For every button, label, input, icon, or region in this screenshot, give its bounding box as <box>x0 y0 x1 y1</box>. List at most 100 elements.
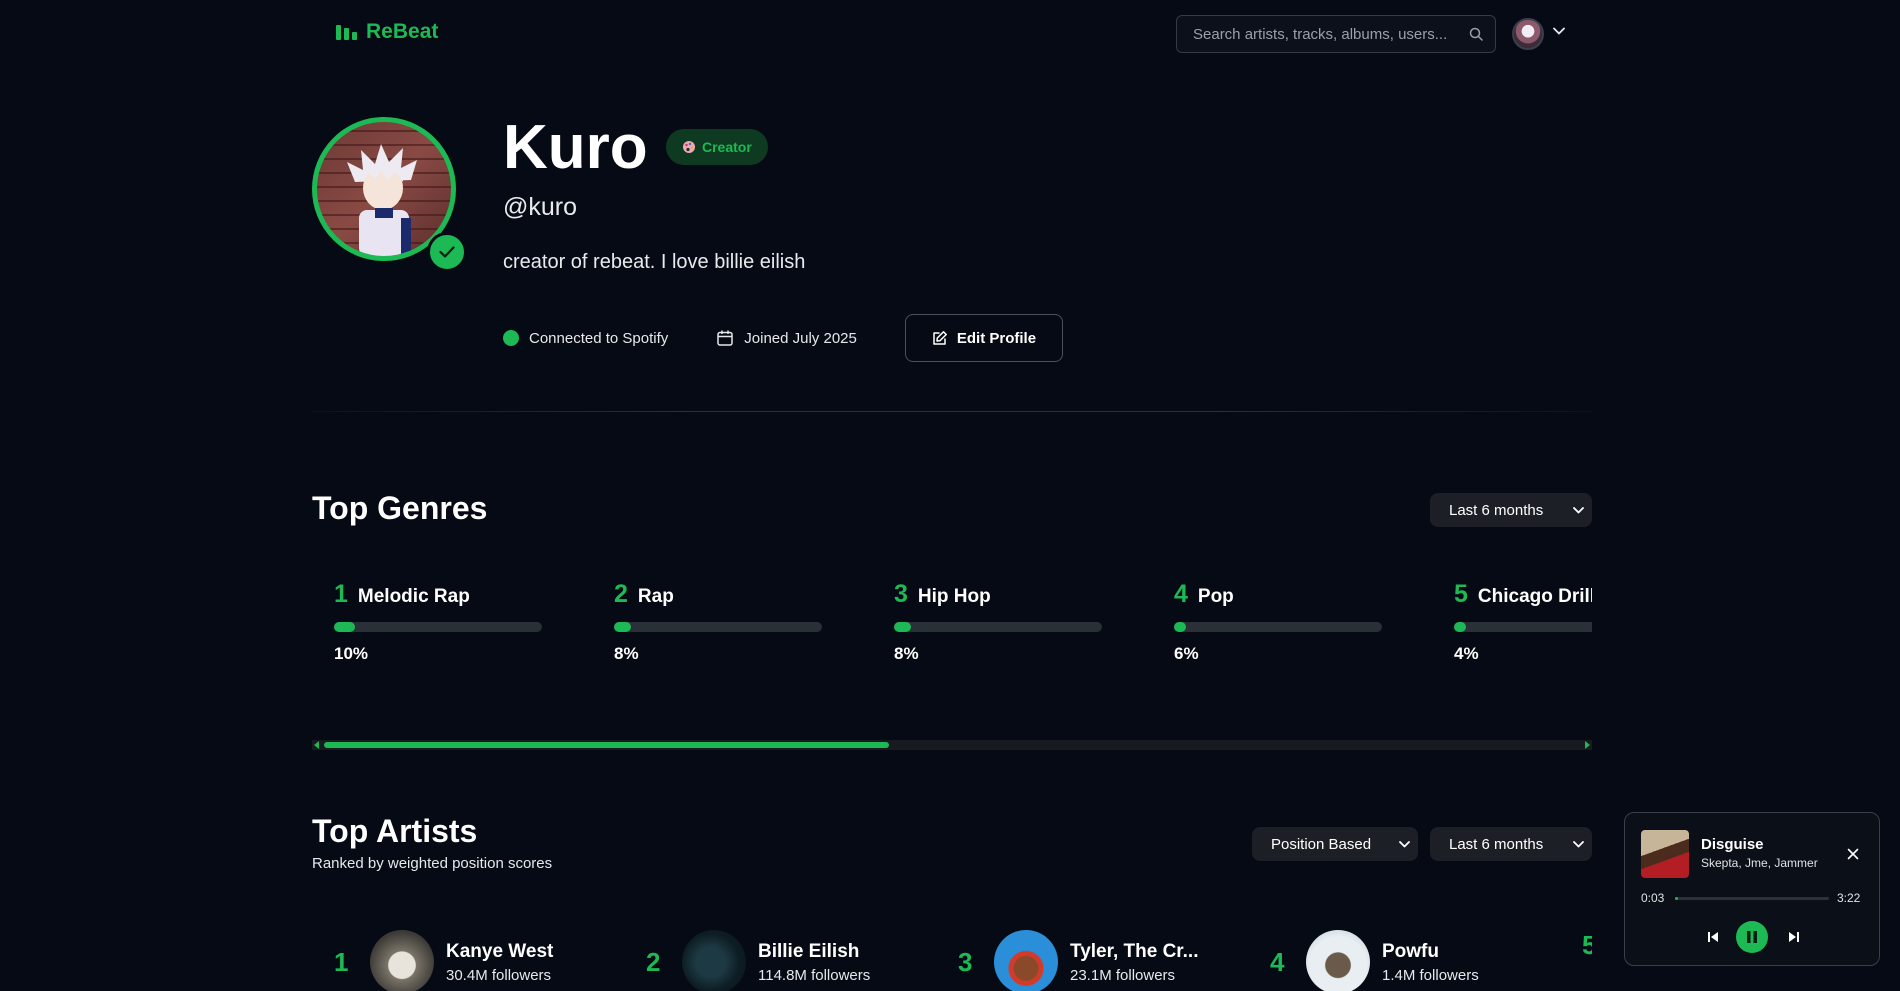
chevron-down-icon <box>1573 840 1584 847</box>
artist-image <box>994 930 1058 991</box>
chevron-down-icon <box>1399 840 1410 847</box>
checkmark-icon <box>439 246 455 258</box>
artist-followers: 114.8M followers <box>758 966 871 984</box>
genre-card[interactable]: 1 Melodic Rap 10% <box>334 580 544 664</box>
ranking-mode-value: Position Based <box>1271 835 1372 853</box>
genre-card[interactable]: 4 Pop 6% <box>1174 580 1384 664</box>
profile-meta-row: Connected to Spotify Joined July 2025 Ed… <box>503 314 1064 362</box>
joined-date-label: Joined July 2025 <box>744 329 857 347</box>
top-artists-subtitle: Ranked by weighted position scores <box>312 855 553 872</box>
genre-name: Hip Hop <box>917 586 991 607</box>
ranking-mode-select[interactable]: Position Based <box>1252 827 1418 861</box>
edit-icon <box>933 331 947 345</box>
genre-name: Chicago Drill <box>1477 586 1592 607</box>
user-avatar-menu[interactable] <box>1512 18 1544 50</box>
genre-progress-fill <box>334 622 355 632</box>
search-box[interactable] <box>1176 15 1496 53</box>
previous-track-button[interactable] <box>1705 921 1721 953</box>
genre-rank: 3 <box>894 580 908 608</box>
genre-name: Melodic Rap <box>357 586 470 607</box>
track-duration: 3:22 <box>1837 891 1861 905</box>
spotify-status: Connected to Spotify <box>503 330 668 347</box>
genres-period-select[interactable]: Last 6 months <box>1430 493 1592 527</box>
genre-rank: 5 <box>1454 580 1468 608</box>
genre-progress-track <box>1174 622 1382 632</box>
edit-profile-button[interactable]: Edit Profile <box>904 314 1064 362</box>
skip-forward-icon <box>1788 932 1799 942</box>
chevron-down-icon[interactable] <box>1553 27 1565 35</box>
genre-progress-fill <box>894 622 911 632</box>
profile-name: Kuro <box>503 113 648 182</box>
top-artists-title: Top Artists <box>312 813 478 849</box>
genre-name: Rap <box>637 586 674 607</box>
artist-card[interactable]: 3 Tyler, The Cr... 23.1M followers <box>958 930 1198 991</box>
page: ReBeat Kuro Creator @kuro creator of reb… <box>0 0 1900 991</box>
scrollbar-thumb[interactable] <box>324 742 889 748</box>
artist-rank: 5 <box>1582 930 1592 960</box>
genre-percent: 8% <box>614 644 639 663</box>
next-track-button[interactable] <box>1785 921 1801 953</box>
pause-icon <box>1747 931 1757 943</box>
artist-name: Tyler, The Cr... <box>1070 940 1199 962</box>
genre-progress-track <box>334 622 542 632</box>
current-time: 0:03 <box>1641 891 1665 905</box>
genre-progress-fill <box>614 622 631 632</box>
genre-percent: 10% <box>334 644 369 663</box>
search-icon[interactable] <box>1469 27 1483 41</box>
creator-badge-label: Creator <box>702 139 752 155</box>
genre-name: Pop <box>1197 586 1234 607</box>
track-progress-bar[interactable] <box>1675 897 1829 900</box>
section-divider <box>312 411 1592 412</box>
genre-rank: 1 <box>334 580 348 608</box>
artist-name: Powfu <box>1382 940 1439 962</box>
artist-card[interactable]: 5 <box>1582 930 1592 961</box>
artist-rank: 4 <box>1270 946 1285 977</box>
artists-period-value: Last 6 months <box>1449 835 1544 853</box>
close-icon[interactable] <box>1847 848 1859 860</box>
edit-profile-label: Edit Profile <box>956 329 1037 347</box>
album-cover <box>1641 830 1689 878</box>
genre-progress-fill <box>1174 622 1187 632</box>
artist-rank: 1 <box>334 946 349 977</box>
genre-list: 1 Melodic Rap 10% 2 Rap 8% 3 Hip Hop 8% 4 Po… <box>312 580 1592 690</box>
chevron-down-icon <box>1573 506 1584 513</box>
genres-period-value: Last 6 months <box>1449 501 1544 519</box>
genre-percent: 6% <box>1174 644 1199 663</box>
artist-rank: 2 <box>646 946 661 977</box>
genre-card[interactable]: 3 Hip Hop 8% <box>894 580 1104 664</box>
verified-badge <box>427 232 467 272</box>
track-artists: Skepta, Jme, Jammer <box>1701 856 1818 870</box>
search-input[interactable] <box>1193 25 1469 43</box>
artist-followers: 23.1M followers <box>1070 966 1176 984</box>
skip-back-icon <box>1707 932 1718 942</box>
genre-progress-track <box>614 622 822 632</box>
scroll-left-arrow-icon[interactable] <box>314 741 319 749</box>
artist-card[interactable]: 4 Powfu 1.4M followers <box>1270 930 1479 991</box>
artists-period-select[interactable]: Last 6 months <box>1430 827 1592 861</box>
artist-image <box>370 930 434 991</box>
artist-name: Billie Eilish <box>758 940 860 962</box>
brand-logo[interactable]: ReBeat <box>336 20 438 44</box>
profile-handle: @kuro <box>503 193 578 221</box>
profile-bio: creator of rebeat. I love billie eilish <box>503 251 806 273</box>
artist-card[interactable]: 1 Kanye West 30.4M followers <box>334 930 553 991</box>
artist-rank: 3 <box>958 946 973 977</box>
spotify-status-label: Connected to Spotify <box>529 329 669 347</box>
calendar-icon <box>717 330 734 346</box>
genres-horizontal-scrollbar[interactable] <box>312 740 1592 750</box>
genre-progress-fill <box>1454 622 1466 632</box>
brand-name: ReBeat <box>366 20 439 43</box>
pause-button[interactable] <box>1736 921 1768 953</box>
profile-avatar-illustration <box>347 144 417 256</box>
genre-card[interactable]: 2 Rap 8% <box>614 580 824 664</box>
genre-card[interactable]: 5 Chicago Drill 4% <box>1454 580 1592 664</box>
genre-percent: 4% <box>1454 644 1479 663</box>
genre-progress-track <box>1454 622 1592 632</box>
scroll-right-arrow-icon[interactable] <box>1585 741 1590 749</box>
artist-card[interactable]: 2 Billie Eilish 114.8M followers <box>646 930 870 991</box>
artist-followers: 1.4M followers <box>1382 966 1479 984</box>
mini-player: Disguise Skepta, Jme, Jammer 0:03 3:22 <box>1624 812 1880 966</box>
palette-icon <box>683 141 695 153</box>
artist-name: Kanye West <box>446 940 554 962</box>
track-title: Disguise <box>1701 836 1764 853</box>
